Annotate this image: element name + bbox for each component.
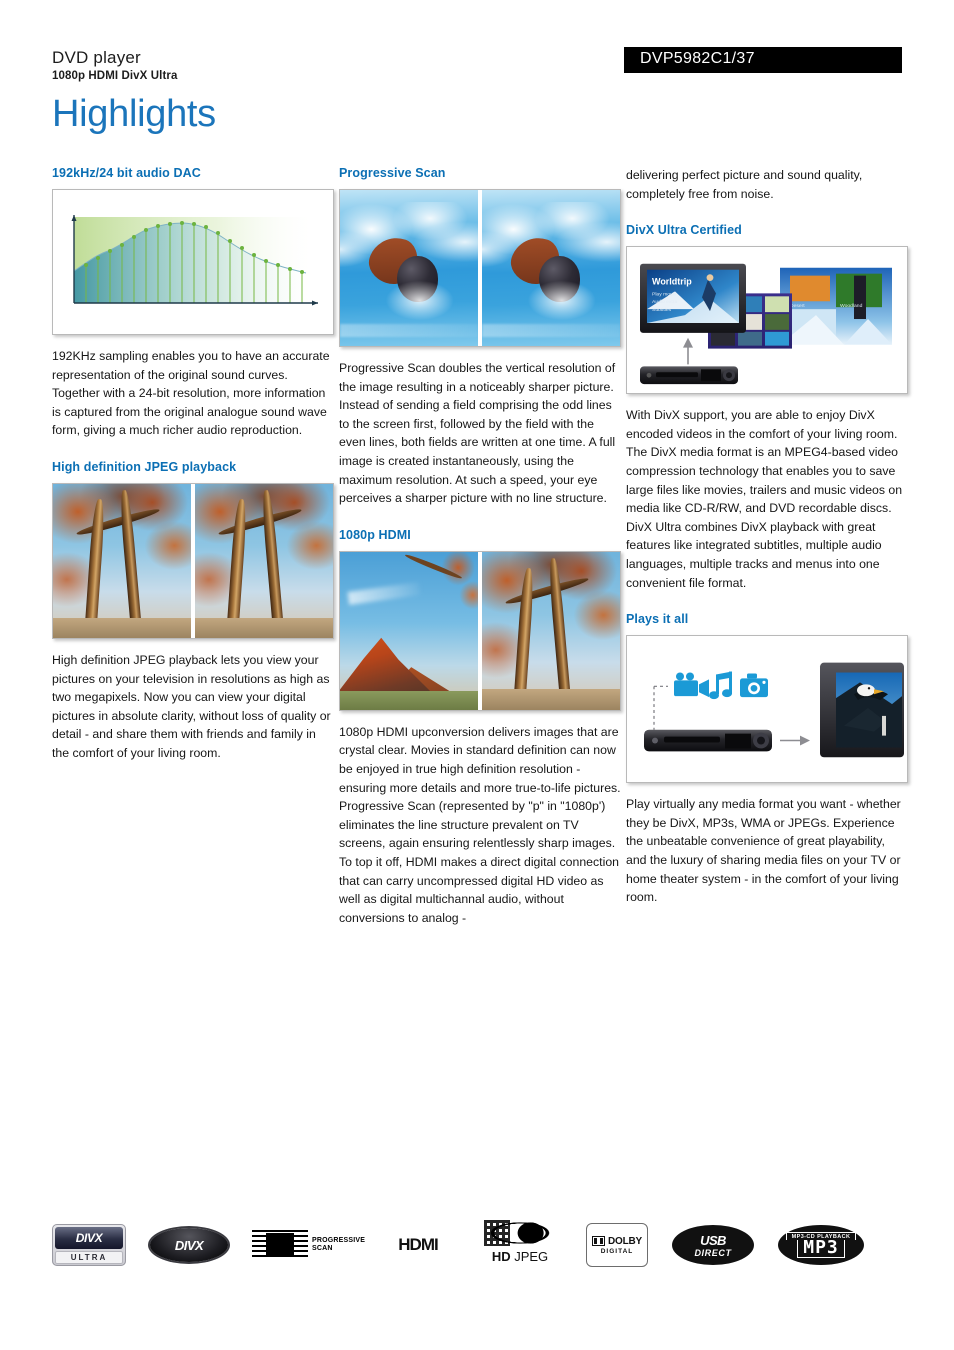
mountain-tree-comparison-photo — [339, 550, 621, 711]
media-format-icons — [674, 671, 768, 700]
divx-ultra-logo: DIVX ULTRA — [52, 1224, 126, 1266]
divx-up-arrow — [683, 337, 693, 365]
progressive-scan-bars-icon — [252, 1230, 308, 1260]
section-heading-hd-jpeg: High definition JPEG playback — [52, 459, 237, 474]
product-kind: DVD player — [52, 48, 141, 67]
page-header: DVD player 1080p HDMI DivX Ultra DVP5982… — [0, 0, 954, 150]
continued-text-hdmi: delivering perfect picture and sound qua… — [626, 168, 863, 201]
page-title: Highlights — [52, 93, 216, 135]
divx-right-panel: Desert Woodland — [780, 267, 892, 345]
dac-wave-svg — [56, 193, 333, 333]
hdmi-logo: HDMI — [382, 1232, 454, 1258]
progressive-scan-logo: PROGRESSIVE SCAN — [252, 1228, 365, 1262]
divx-ultra-logo-primary: DIVX — [55, 1227, 123, 1249]
mountain-photo-left — [340, 551, 478, 710]
photo-camera-icon — [740, 673, 768, 698]
audio-dac-sampling-chart — [52, 189, 334, 335]
section-heading-progressive-scan: Progressive Scan — [339, 166, 446, 180]
hd-jpeg-secondary: JPEG — [514, 1249, 549, 1264]
footer-logo-strip: DIVX ULTRA DIVX PROGRESSIVE SCAN HDMI HD — [52, 1218, 912, 1288]
section-body-divx-ultra: With DivX support, you are able to enjoy… — [626, 408, 903, 590]
section-body-progressive-scan: Progressive Scan doubles the vertical re… — [339, 361, 616, 506]
dolby-logo-primary: DOLBY — [607, 1235, 642, 1247]
section-heading-plays-it-all: Plays it all — [626, 612, 689, 627]
datasheet-page: DVD player 1080p HDMI DivX Ultra DVP5982… — [0, 0, 954, 1350]
divx-ultra-menu-illustration: Desert Woodland Worldtrip Play movie Aud… — [626, 246, 908, 395]
svg-text:Worldtrip: Worldtrip — [652, 277, 692, 287]
swimmer-photo-left — [340, 190, 478, 346]
svg-text:Woodland: Woodland — [840, 303, 863, 309]
section-heading-divx-ultra: DivX Ultra Certified — [626, 223, 742, 238]
hd-jpeg-primary: HD — [491, 1249, 511, 1264]
product-subtitle: 1080p HDMI DivX Ultra — [52, 70, 178, 82]
tree-photo-right — [195, 483, 333, 638]
svg-text:Subtitles: Subtitles — [652, 307, 672, 313]
svg-text:Play movie: Play movie — [652, 292, 677, 298]
music-note-icon — [709, 671, 732, 700]
mp3-logo-secondary: MP3 — [797, 1239, 845, 1258]
right-column: delivering perfect picture and sound qua… — [626, 166, 908, 919]
hd-jpeg-logo-text: HD JPEG — [478, 1249, 562, 1264]
progressive-scan-line1: PROGRESSIVE — [312, 1237, 366, 1244]
progressive-scan-logo-text: PROGRESSIVE SCAN — [312, 1237, 365, 1253]
divx-scene-svg: Desert Woodland Worldtrip Play movie Aud… — [630, 250, 904, 391]
middle-column: Progressive Scan Progressive Scan double… — [339, 166, 621, 939]
left-column: 192kHz/24 bit audio DAC 192KHz sampling … — [52, 166, 334, 775]
section-body-1080p-hdmi: 1080p HDMI upconversion delivers images … — [339, 724, 621, 925]
plays-tv-eagle — [820, 662, 904, 758]
section-body-audio-dac: 192KHz sampling enables you to have an a… — [52, 349, 330, 438]
svg-text:Desert: Desert — [790, 303, 805, 309]
swimmer-comparison-photo — [339, 189, 621, 347]
section-body-hd-jpeg: High definition JPEG playback lets you v… — [52, 652, 331, 760]
model-number-bar: DVP5982C1/37 — [624, 47, 902, 73]
usb-logo-primary: USB — [700, 1232, 726, 1248]
plays-dvd-player — [644, 729, 772, 752]
divx-logo: DIVX — [150, 1228, 228, 1262]
tree-detail-photo-right — [482, 551, 620, 710]
dolby-digital-logo: DOLBY DIGITAL — [586, 1223, 648, 1267]
dolby-logo-secondary: DIGITAL — [600, 1247, 634, 1255]
model-number: DVP5982C1/37 — [640, 50, 755, 67]
mp3-cd-playback-logo: MP3-CD PLAYBACK MP3 — [778, 1225, 864, 1265]
dolby-double-d-icon — [591, 1236, 605, 1246]
progressive-scan-line2: SCAN — [312, 1245, 333, 1252]
plays-scene-svg — [630, 639, 904, 780]
hd-jpeg-logo: HD JPEG — [478, 1218, 562, 1272]
usb-direct-logo: USB DIRECT — [672, 1225, 754, 1265]
divx-dvd-player — [640, 366, 738, 385]
svg-text:Audio extra: Audio extra — [652, 299, 677, 305]
divx-tv-with-menu: Worldtrip Play movie Audio extra Subtitl… — [640, 263, 746, 334]
divx-logo-text: DIVX — [174, 1237, 204, 1253]
swimmer-photo-right — [482, 190, 620, 346]
section-heading-1080p-hdmi: 1080p HDMI — [339, 527, 411, 542]
hdmi-logo-text: HDMI — [398, 1235, 438, 1254]
dashed-connector — [653, 685, 668, 730]
autumn-trees-comparison-photo — [52, 482, 334, 639]
section-heading-audio-dac: 192kHz/24 bit audio DAC — [52, 166, 201, 180]
plays-it-all-illustration — [626, 635, 908, 784]
section-body-plays-it-all: Play virtually any media format you want… — [626, 797, 901, 905]
divx-ultra-logo-secondary: ULTRA — [55, 1251, 123, 1264]
plays-right-arrow — [780, 735, 810, 746]
usb-logo-secondary: DIRECT — [694, 1247, 732, 1258]
tree-photo-left — [53, 483, 191, 638]
video-camera-icon — [674, 672, 709, 698]
hd-jpeg-eye-icon — [482, 1218, 558, 1248]
